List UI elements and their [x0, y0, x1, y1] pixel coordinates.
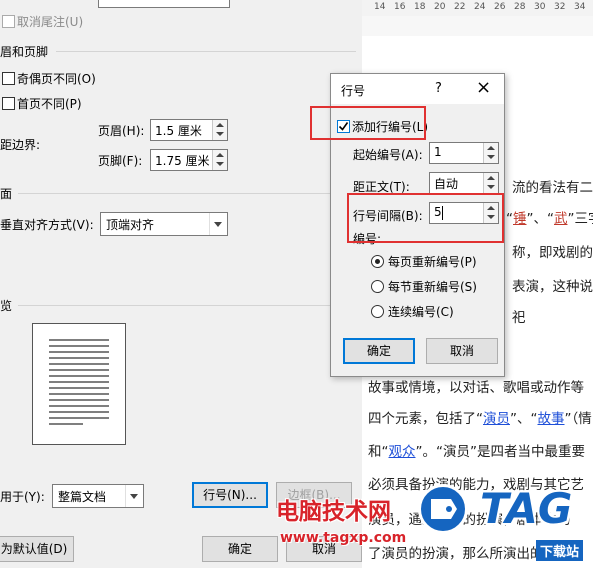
ruler-mark: 14 — [374, 2, 386, 12]
ruler-mark: 30 — [534, 2, 546, 12]
ok-button[interactable]: 确定 — [202, 536, 278, 562]
watermark: 电脑技术网 www.tagxp.com TAG 下载站 — [268, 482, 593, 568]
different-first-page-checkbox[interactable] — [2, 97, 15, 110]
ruler-mark: 28 — [514, 2, 526, 12]
different-odd-even-label: 奇偶页不同(O) — [17, 72, 96, 86]
from-text-value: 自动 — [434, 177, 459, 191]
apply-to-value: 整篇文档 — [58, 490, 107, 504]
ruler-mark: 24 — [474, 2, 486, 12]
doc-line: 表演，这种说法 — [512, 279, 593, 295]
help-icon[interactable]: ? — [435, 81, 442, 96]
start-at-label: 起始编号(A): — [353, 148, 423, 162]
vertical-align-value: 顶端对齐 — [106, 218, 155, 232]
watermark-download-text: 下载站 — [536, 540, 584, 561]
restart-each-section-radio[interactable] — [371, 280, 384, 293]
section-divider — [18, 193, 356, 194]
suppress-endnotes-label: 取消尾注(U) — [17, 15, 84, 29]
tag-logo-shape-icon — [431, 499, 457, 519]
vertical-align-select[interactable]: 顶端对齐 — [100, 212, 228, 236]
doc-line: 四个元素，包括了“演员”、“故事”（情 — [368, 411, 592, 427]
section-divider — [56, 51, 356, 52]
ruler-mark: 16 — [394, 2, 406, 12]
set-default-button[interactable]: 为默认值(D) — [0, 536, 74, 562]
different-first-page-label: 首页不同(P) — [17, 97, 82, 111]
ruler-mark: 26 — [494, 2, 506, 12]
header-distance-spinner[interactable] — [212, 120, 227, 140]
ruler-mark: 22 — [454, 2, 466, 12]
dialog-cancel-button[interactable]: 取消 — [426, 338, 498, 364]
footer-distance-label: 页脚(F): — [98, 154, 143, 168]
page-section: 面 — [0, 187, 13, 201]
headers-footers-section: 眉和页脚 — [0, 45, 49, 59]
highlight-add-line-numbering — [310, 106, 426, 140]
dialog-ok-button[interactable]: 确定 — [343, 338, 415, 364]
continuous-radio[interactable] — [371, 305, 384, 318]
doc-line: 流的看法有二 — [512, 180, 593, 196]
doc-line: 祀 — [512, 310, 526, 326]
apply-to-select[interactable]: 整篇文档 — [52, 484, 144, 508]
start-at-input[interactable]: 1 — [429, 142, 499, 164]
page-preview — [32, 323, 126, 445]
different-odd-even-checkbox[interactable] — [2, 72, 15, 85]
start-at-value: 1 — [434, 145, 442, 159]
from-edge-label: 距边界: — [0, 138, 41, 152]
dialog-title: 行号 — [341, 84, 366, 98]
ruler-mark: 34 — [574, 2, 586, 12]
start-at-spinner[interactable] — [483, 143, 498, 163]
suppress-endnotes-checkbox[interactable] — [2, 15, 15, 28]
watermark-logo-text: TAG — [480, 484, 573, 533]
footer-distance-spinner[interactable] — [212, 150, 227, 170]
highlight-count-by — [347, 193, 504, 243]
preview-section: 览 — [0, 299, 13, 313]
footer-distance-value: 1.75 厘米 — [155, 154, 210, 168]
restart-each-page-label: 每页重新编号(P) — [388, 255, 477, 269]
section-divider — [18, 305, 356, 306]
vertical-align-label: 垂直对齐方式(V): — [0, 218, 94, 232]
doc-line: 和“观众”。“演员”是四者当中最重要 — [368, 444, 585, 460]
tag-logo-icon — [418, 484, 468, 534]
footer-distance-input[interactable]: 1.75 厘米 — [150, 149, 228, 171]
ruler-mark: 32 — [554, 2, 566, 12]
ruler-shadow — [362, 16, 593, 36]
from-text-input[interactable]: 自动 — [429, 172, 499, 194]
restart-each-page-radio[interactable] — [371, 255, 384, 268]
from-text-spinner[interactable] — [483, 173, 498, 193]
doc-line: “锤”、“武”三字 — [506, 211, 593, 227]
dialog-title-bar: 行号 ? × — [331, 74, 504, 104]
header-distance-value: 1.5 厘米 — [155, 124, 202, 138]
apply-to-label: 用于(Y): — [0, 490, 45, 504]
top-input[interactable] — [98, 0, 230, 8]
chevron-down-icon[interactable] — [125, 485, 143, 507]
line-numbers-button[interactable]: 行号(N)... — [192, 482, 268, 508]
watermark-url: www.tagxp.com — [280, 530, 407, 546]
header-distance-input[interactable]: 1.5 厘米 — [150, 119, 228, 141]
chevron-down-icon[interactable] — [209, 213, 227, 235]
restart-each-section-label: 每节重新编号(S) — [388, 280, 477, 294]
preview-lines-icon — [49, 339, 109, 425]
continuous-label: 连续编号(C) — [388, 305, 454, 319]
horizontal-ruler: 14 16 18 20 22 24 26 28 30 32 34 — [362, 0, 593, 17]
header-distance-label: 页眉(H): — [98, 124, 145, 138]
ruler-mark: 20 — [434, 2, 446, 12]
doc-line: 故事或情境，以对话、歌唱或动作等 — [368, 380, 584, 396]
watermark-site-name: 电脑技术网 — [276, 499, 391, 525]
ruler-mark: 18 — [414, 2, 426, 12]
close-icon[interactable]: × — [476, 77, 491, 98]
doc-line: 称，即戏剧的 — [512, 245, 593, 261]
